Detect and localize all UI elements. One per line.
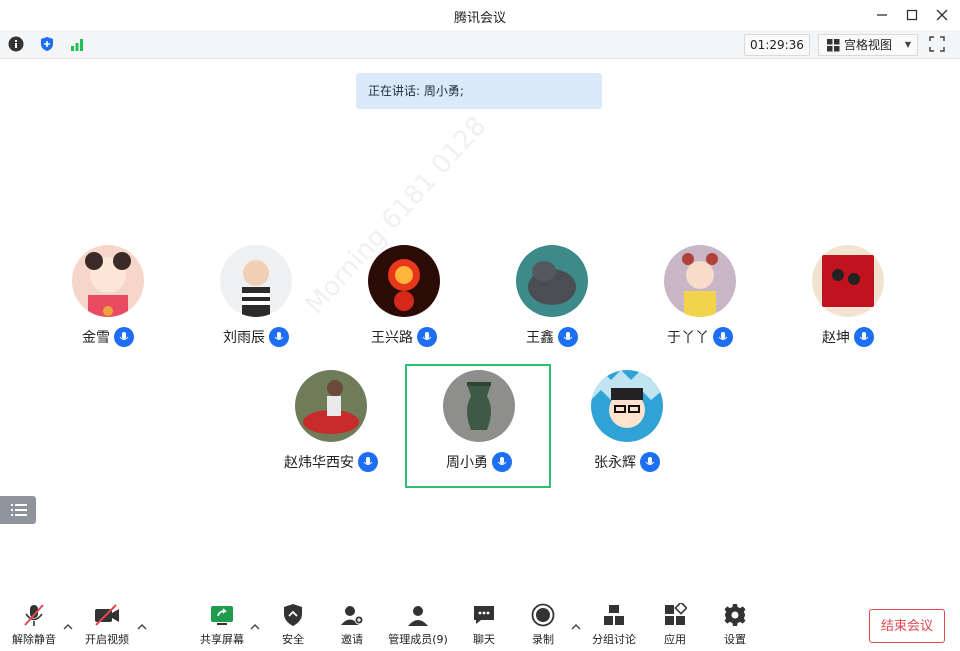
window-title: 腾讯会议 [453,11,506,26]
share-screen-label: 共享屏幕 [200,633,244,646]
member-list-toggle[interactable] [0,496,36,524]
participant-tile[interactable]: 张永辉 [553,370,701,490]
signal-strength-icon[interactable] [68,35,86,53]
participant-tile[interactable]: 王兴路 [330,245,478,365]
security-shield-icon [280,602,306,628]
chevron-up-icon[interactable] [136,618,148,630]
window-titlebar: 腾讯会议 [0,0,960,30]
invite-label: 邀请 [341,633,363,646]
participant-name: 赵炜华西安 [284,455,354,471]
unmute-label: 解除静音 [12,633,56,646]
avatar [516,245,588,317]
end-meeting-button[interactable]: 结束会议 [869,609,945,643]
close-icon[interactable] [930,3,954,27]
participant-tile[interactable]: 于丫丫 [626,245,774,365]
record-label: 录制 [532,633,554,646]
participant-tile[interactable]: 王鑫 [478,245,626,365]
record-icon [530,602,556,628]
microphone-icon [713,327,733,347]
chevron-down-icon: ▼ [904,40,911,49]
microphone-icon [417,327,437,347]
shield-icon[interactable] [38,35,56,53]
chat-label: 聊天 [473,633,495,646]
minimize-icon[interactable] [870,3,894,27]
record-button[interactable]: 录制 [523,602,563,650]
microphone-icon [854,327,874,347]
fullscreen-icon[interactable] [928,35,946,53]
microphone-icon [640,452,660,472]
participant-tile[interactable]: 刘雨辰 [182,245,330,365]
microphone-icon [358,452,378,472]
avatar [368,245,440,317]
speaking-indicator: 正在讲话: 周小勇; [356,73,602,109]
chevron-up-icon[interactable] [249,618,261,630]
participant-tile[interactable]: 赵炜华西安 [257,370,405,490]
settings-button[interactable]: 设置 [715,602,755,650]
maximize-icon[interactable] [900,3,924,27]
microphone-icon [269,327,289,347]
info-icon[interactable] [7,35,25,53]
start-video-label: 开启视频 [85,633,129,646]
apps-button[interactable]: 应用 [655,602,695,650]
participant-tile[interactable]: 金雪 [34,245,182,365]
add-user-icon [339,602,365,628]
list-icon [11,504,27,516]
grid-view-icon [827,39,840,52]
invite-button[interactable]: 邀请 [332,602,372,650]
avatar [295,370,367,442]
security-button[interactable]: 安全 [273,602,313,650]
participant-tile[interactable]: 赵坤 [774,245,922,365]
start-video-button[interactable]: 开启视频 [80,602,134,650]
participant-name: 王兴路 [371,330,413,346]
microphone-icon [558,327,578,347]
breakout-rooms-button[interactable]: 分组讨论 [588,602,640,650]
camera-off-icon [94,602,120,628]
share-screen-button[interactable]: 共享屏幕 [194,602,250,650]
avatar [591,370,663,442]
view-mode-label: 宫格视图 [844,38,893,52]
participant-name: 赵坤 [822,330,850,346]
breakout-icon [601,602,627,628]
share-screen-icon [209,602,235,628]
participant-name: 金雪 [82,330,110,346]
settings-label: 设置 [724,633,746,646]
members-icon [405,602,431,628]
meeting-timer: 01:29:36 [744,34,810,56]
active-speaker-frame [405,364,551,488]
participant-name: 张永辉 [594,455,636,471]
apps-icon [662,602,688,628]
avatar [812,245,884,317]
participant-name: 于丫丫 [667,330,709,346]
chevron-up-icon[interactable] [62,618,74,630]
avatar [220,245,292,317]
security-label: 安全 [282,633,304,646]
chevron-up-icon[interactable] [570,618,582,630]
meeting-info-bar: 01:29:36 宫格视图 ▼ [0,30,960,59]
participant-name: 王鑫 [526,330,554,346]
manage-members-label: 管理成员(9) [388,633,448,646]
meeting-controls: 解除静音 开启视频 共享屏幕 安全 邀请 管理成员(9) 聊天 录制 分组讨论 … [0,596,960,651]
view-mode-dropdown[interactable]: 宫格视图 ▼ [818,34,918,56]
participant-name: 刘雨辰 [223,330,265,346]
avatar [664,245,736,317]
gear-icon [722,602,748,628]
chat-button[interactable]: 聊天 [464,602,504,650]
microphone-icon [114,327,134,347]
unmute-button[interactable]: 解除静音 [8,602,60,650]
manage-members-button[interactable]: 管理成员(9) [386,602,450,650]
avatar [72,245,144,317]
apps-label: 应用 [664,633,686,646]
microphone-muted-icon [21,602,47,628]
chat-icon [471,602,497,628]
breakout-label: 分组讨论 [592,633,636,646]
